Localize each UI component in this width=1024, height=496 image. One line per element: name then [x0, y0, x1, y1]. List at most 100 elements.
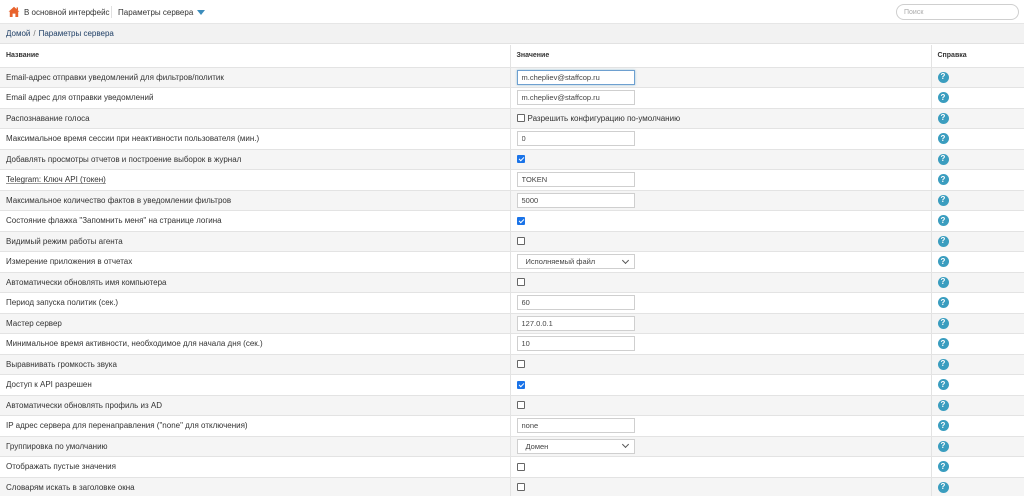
main-interface-link[interactable]: В основной интерфейс	[8, 6, 110, 18]
setting-help-cell	[931, 149, 1024, 170]
setting-value-cell	[510, 128, 932, 150]
table-row: Доступ к API разрешен	[0, 374, 1024, 396]
setting-checkbox[interactable]	[516, 278, 525, 287]
help-icon[interactable]	[937, 112, 949, 124]
setting-checkbox[interactable]	[516, 237, 525, 246]
help-icon[interactable]	[937, 317, 949, 329]
setting-name: Распознавание голоса	[0, 108, 511, 129]
setting-value-cell	[510, 87, 932, 109]
help-icon[interactable]	[937, 338, 949, 350]
help-icon[interactable]	[937, 461, 949, 473]
table-row: Email-адрес отправки уведомлений для фил…	[0, 67, 1024, 88]
table-row: Отображать пустые значения	[0, 456, 1024, 478]
setting-checkbox[interactable]	[516, 216, 525, 225]
table-row: Видимый режим работы агента	[0, 231, 1024, 252]
setting-name: Период запуска политик (сек.)	[0, 292, 511, 314]
help-icon[interactable]	[937, 379, 949, 391]
setting-value-cell	[510, 333, 932, 355]
setting-name[interactable]: Telegram: Ключ API (токен)	[0, 169, 511, 191]
help-icon[interactable]	[937, 133, 949, 145]
table-header-row: Название Значение Справка	[0, 45, 1024, 68]
setting-text-field[interactable]	[516, 315, 635, 331]
column-header-value: Значение	[510, 45, 932, 68]
setting-checkbox[interactable]	[516, 401, 525, 410]
setting-value-cell	[510, 456, 932, 478]
setting-checkbox-wrap	[516, 401, 925, 410]
setting-help-cell	[931, 108, 1024, 129]
setting-checkbox[interactable]	[516, 114, 525, 123]
setting-select[interactable]: Домен	[516, 438, 635, 454]
table-row: Добавлять просмотры отчетов и построение…	[0, 149, 1024, 170]
help-icon[interactable]	[937, 440, 949, 452]
setting-name: Видимый режим работы агента	[0, 231, 511, 252]
setting-help-cell	[931, 395, 1024, 416]
help-icon[interactable]	[937, 358, 949, 370]
help-icon[interactable]	[937, 153, 949, 165]
help-icon[interactable]	[937, 276, 949, 288]
setting-value-cell	[510, 190, 932, 211]
help-icon[interactable]	[937, 71, 949, 83]
help-icon[interactable]	[937, 420, 949, 432]
search-input[interactable]	[896, 4, 1019, 20]
setting-checkbox[interactable]	[516, 483, 525, 492]
setting-name: Мастер сервер	[0, 313, 511, 334]
setting-checkbox-wrap	[516, 155, 925, 164]
setting-checkbox-wrap	[516, 278, 925, 287]
table-row: Email адрес для отправки уведомлений	[0, 87, 1024, 109]
setting-text-field[interactable]	[516, 69, 635, 85]
setting-checkbox-wrap	[516, 216, 925, 225]
setting-checkbox[interactable]	[516, 155, 525, 164]
setting-name: Автоматически обновлять имя компьютера	[0, 272, 511, 293]
settings-table-body: Email-адрес отправки уведомлений для фил…	[0, 67, 1024, 496]
setting-help-cell	[931, 87, 1024, 109]
table-row: Минимальное время активности, необходимо…	[0, 333, 1024, 355]
setting-value-cell	[510, 395, 932, 416]
setting-value-cell	[510, 169, 932, 191]
server-settings-menu-label: Параметры сервера	[118, 7, 194, 17]
setting-select[interactable]: Исполняемый файл	[516, 254, 635, 270]
help-icon[interactable]	[937, 297, 949, 309]
help-icon[interactable]	[937, 399, 949, 411]
setting-text-field[interactable]	[516, 131, 635, 147]
server-settings-menu[interactable]: Параметры сервера	[118, 6, 206, 18]
caret-down-icon	[197, 10, 206, 15]
setting-help-cell	[931, 436, 1024, 457]
setting-value-cell	[510, 415, 932, 437]
setting-checkbox[interactable]	[516, 380, 525, 389]
help-icon[interactable]	[937, 481, 949, 493]
table-row: Распознавание голоса Разрешить конфигурац…	[0, 108, 1024, 129]
help-icon[interactable]	[937, 235, 949, 247]
setting-select-value: Исполняемый файл	[525, 257, 596, 267]
topbar-divider	[111, 6, 112, 18]
setting-checkbox[interactable]	[516, 360, 525, 369]
setting-help-cell	[931, 333, 1024, 355]
table-row: Telegram: Ключ API (токен)	[0, 169, 1024, 191]
help-icon[interactable]	[937, 215, 949, 227]
setting-text-field[interactable]	[516, 295, 635, 311]
setting-name: Отображать пустые значения	[0, 456, 511, 478]
setting-value-cell	[510, 272, 932, 293]
setting-text-field[interactable]	[516, 336, 635, 352]
setting-value-cell: Исполняемый файл	[510, 251, 932, 273]
setting-name: Добавлять просмотры отчетов и построение…	[0, 149, 511, 170]
setting-text-field[interactable]	[516, 90, 635, 106]
setting-help-cell	[931, 272, 1024, 293]
setting-text-field[interactable]	[516, 418, 635, 434]
help-icon[interactable]	[937, 92, 949, 104]
setting-name: Email-адрес отправки уведомлений для фил…	[0, 67, 511, 88]
setting-text-field[interactable]	[516, 192, 635, 208]
setting-name: Группировка по умолчанию	[0, 436, 511, 457]
breadcrumb-home-link[interactable]: Домой	[6, 29, 30, 38]
setting-checkbox[interactable]	[516, 462, 525, 471]
setting-help-cell	[931, 169, 1024, 191]
setting-checkbox-wrap	[516, 380, 925, 389]
setting-text-field[interactable]	[516, 172, 635, 188]
setting-checkbox-label: Разрешить конфигурацию по-умолчанию	[527, 113, 681, 123]
setting-help-cell	[931, 190, 1024, 211]
help-icon[interactable]	[937, 174, 949, 186]
setting-name: Максимальное количество фактов в уведомл…	[0, 190, 511, 211]
setting-value-cell	[510, 231, 932, 252]
help-icon[interactable]	[937, 194, 949, 206]
help-icon[interactable]	[937, 256, 949, 268]
setting-name: Максимальное время сессии при неактивнос…	[0, 128, 511, 150]
